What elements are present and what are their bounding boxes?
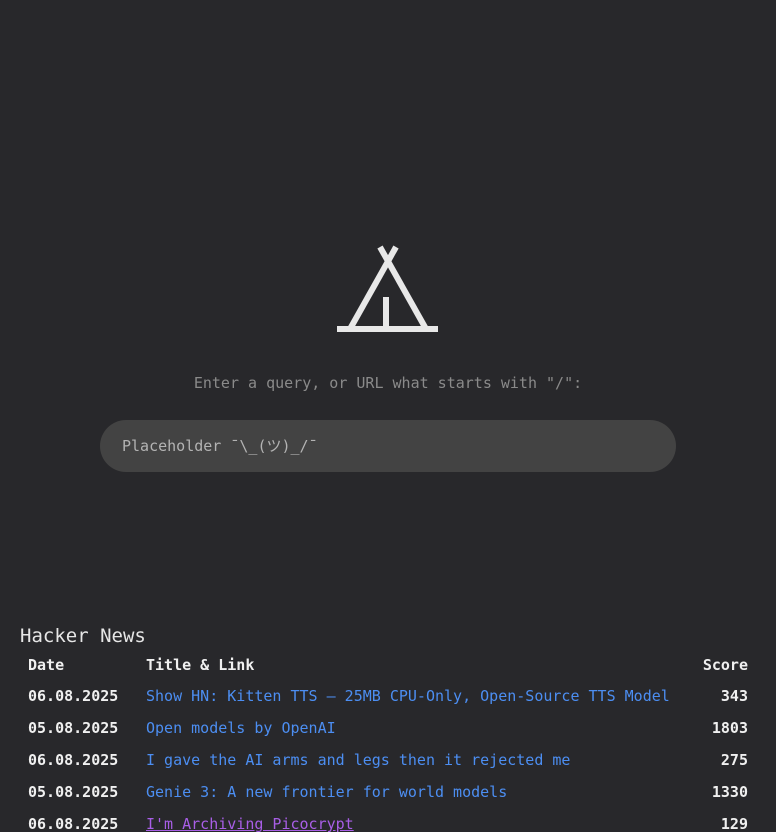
row-title-cell: Open models by OpenAI xyxy=(146,712,678,744)
hn-table: Date Title & Link Score 06.08.2025 Show … xyxy=(20,650,756,832)
column-header-score: Score xyxy=(702,656,748,674)
hn-heading: Hacker News xyxy=(20,625,146,647)
row-date: 05.08.2025 xyxy=(28,719,119,737)
column-header-title: Title & Link xyxy=(146,656,255,674)
row-title-cell: Show HN: Kitten TTS – 25MB CPU-Only, Ope… xyxy=(146,680,678,712)
row-date: 06.08.2025 xyxy=(28,687,119,705)
row-score: 1803 xyxy=(711,719,748,737)
table-row: 06.08.2025 I gave the AI arms and legs t… xyxy=(20,744,756,776)
row-score: 129 xyxy=(720,815,748,832)
row-title-cell: I gave the AI arms and legs then it reje… xyxy=(146,744,678,776)
table-row: 06.08.2025 Show HN: Kitten TTS – 25MB CP… xyxy=(20,680,756,712)
story-link[interactable]: I'm Archiving Picocrypt xyxy=(146,815,354,832)
story-link[interactable]: Genie 3: A new frontier for world models xyxy=(146,783,507,801)
story-link[interactable]: Open models by OpenAI xyxy=(146,719,336,737)
table-row: 06.08.2025 I'm Archiving Picocrypt 129 xyxy=(20,808,756,832)
search-box[interactable] xyxy=(100,420,676,472)
tent-icon xyxy=(337,245,438,332)
row-date: 05.08.2025 xyxy=(28,783,119,801)
table-row: 05.08.2025 Genie 3: A new frontier for w… xyxy=(20,776,756,808)
row-date: 06.08.2025 xyxy=(28,815,119,832)
start-page: Enter a query, or URL what starts with "… xyxy=(0,0,776,832)
row-score: 275 xyxy=(720,751,748,769)
row-score: 343 xyxy=(720,687,748,705)
search-input[interactable] xyxy=(122,437,654,455)
search-prompt: Enter a query, or URL what starts with "… xyxy=(193,374,583,392)
row-title-cell: I'm Archiving Picocrypt xyxy=(146,808,678,832)
row-date: 06.08.2025 xyxy=(28,751,119,769)
column-header-date: Date xyxy=(28,656,65,674)
hn-header-row: Date Title & Link Score xyxy=(20,650,756,680)
row-title-cell: Genie 3: A new frontier for world models xyxy=(146,776,678,808)
table-row: 05.08.2025 Open models by OpenAI 1803 xyxy=(20,712,756,744)
row-score: 1330 xyxy=(711,783,748,801)
story-link[interactable]: Show HN: Kitten TTS – 25MB CPU-Only, Ope… xyxy=(146,687,670,705)
story-link[interactable]: I gave the AI arms and legs then it reje… xyxy=(146,751,570,769)
